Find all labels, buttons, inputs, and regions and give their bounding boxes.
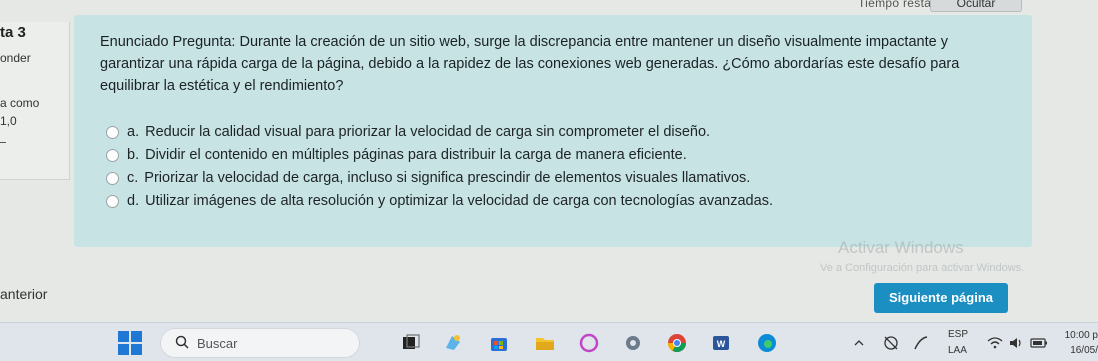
search-placeholder: Buscar — [197, 336, 238, 351]
word-icon[interactable]: W — [710, 332, 732, 354]
previous-page-button[interactable]: anterior — [0, 286, 47, 302]
svg-text:W: W — [717, 339, 726, 349]
answer-option-a[interactable]: a. Reducir la calidad visual para priori… — [106, 121, 773, 143]
question-card: Enunciado Pregunta: Durante la creación … — [74, 15, 1032, 247]
chrome-icon[interactable] — [666, 332, 688, 354]
answer-text[interactable]: Utilizar imágenes de alta resolución y o… — [145, 193, 773, 209]
wifi-icon[interactable] — [984, 332, 1006, 354]
task-view-icon[interactable] — [400, 332, 422, 354]
activation-watermark-title: Activar Windows — [838, 238, 964, 257]
answer-letter: d. — [127, 193, 140, 209]
question-mark-value: 1,0 — [0, 114, 17, 128]
answer-option-d[interactable]: d. Utilizar imágenes de alta resolución … — [106, 190, 773, 212]
answer-letter: a. — [127, 124, 140, 140]
radio-button[interactable] — [106, 171, 119, 185]
answer-option-b[interactable]: b. Dividir el contenido en múltiples pág… — [106, 144, 773, 166]
taskbar: Buscar W ESP LAA 10:00 p 16/05/ — [0, 322, 1098, 361]
answer-text[interactable]: Dividir el contenido en múltiples página… — [145, 147, 687, 163]
battery-icon[interactable] — [1028, 332, 1050, 354]
taskbar-search-box[interactable]: Buscar — [160, 328, 360, 358]
next-page-button[interactable]: Siguiente página — [874, 283, 1008, 313]
hide-timer-button[interactable]: Ocultar — [930, 0, 1022, 12]
question-info-panel: ta 3 onder a como 1,0 — [0, 22, 70, 180]
windows-start-icon[interactable] — [118, 331, 142, 355]
question-text: Enunciado Pregunta: Durante la creación … — [100, 31, 1000, 97]
store-icon[interactable] — [488, 332, 510, 354]
radio-button[interactable] — [106, 148, 119, 162]
answer-text[interactable]: Priorizar la velocidad de carga, incluso… — [144, 170, 750, 186]
answer-option-c[interactable]: c. Priorizar la velocidad de carga, incl… — [106, 167, 773, 189]
answer-list: a. Reducir la calidad visual para priori… — [106, 121, 773, 213]
edge-icon[interactable] — [756, 332, 778, 354]
answer-letter: c. — [127, 170, 139, 186]
chevron-up-icon[interactable] — [852, 332, 866, 354]
question-number: ta 3 — [0, 24, 26, 41]
keyboard-layout[interactable]: LAA — [948, 345, 967, 356]
pen-icon[interactable] — [910, 332, 932, 354]
activation-watermark-subtitle: Ve a Configuración para activar Windows. — [820, 262, 1025, 274]
radio-button[interactable] — [106, 194, 119, 208]
radio-button[interactable] — [106, 125, 119, 139]
volume-icon[interactable] — [1006, 332, 1028, 354]
language-indicator[interactable]: ESP — [948, 329, 968, 340]
widgets-icon[interactable] — [442, 332, 464, 354]
question-mark-label: a como — [0, 96, 40, 110]
question-label: Enunciado Pregunta: — [100, 34, 236, 50]
search-icon — [175, 335, 189, 349]
flag-question-link[interactable] — [0, 142, 6, 148]
circle-app-icon[interactable] — [578, 332, 600, 354]
answer-text[interactable]: Reducir la calidad visual para priorizar… — [145, 124, 710, 140]
settings-gear-icon[interactable] — [622, 332, 644, 354]
question-status: onder — [0, 51, 31, 65]
answer-letter: b. — [127, 147, 140, 163]
clock-time[interactable]: 10:00 p — [1065, 330, 1098, 341]
clock-date[interactable]: 16/05/ — [1070, 345, 1098, 356]
file-explorer-icon[interactable] — [534, 332, 556, 354]
focus-assist-icon[interactable] — [880, 332, 902, 354]
